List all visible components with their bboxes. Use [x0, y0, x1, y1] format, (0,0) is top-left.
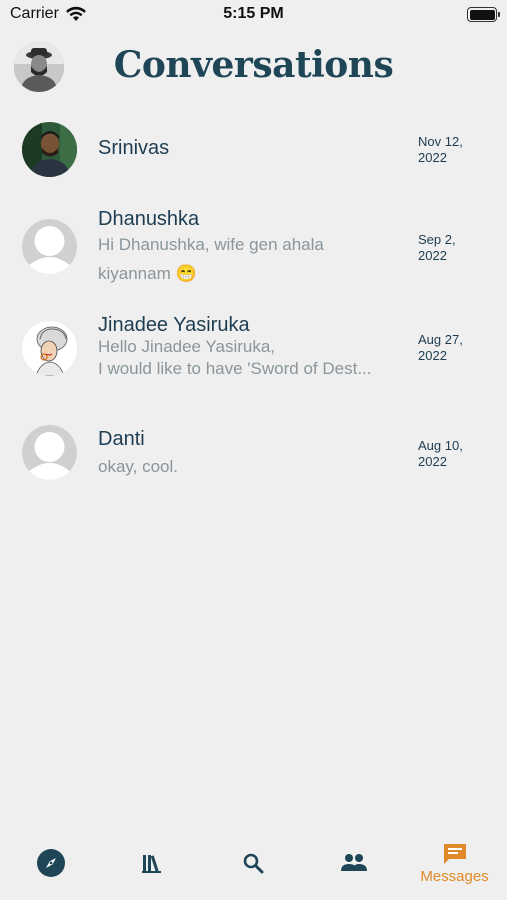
tab-bar: Messages [0, 835, 507, 895]
conversation-row[interactable]: Danti okay, cool. Aug 10, 2022 [0, 420, 507, 490]
conversation-date: Sep 2, 2022 [418, 232, 456, 263]
tab-messages[interactable]: Messages [404, 835, 505, 891]
page-title: Conversations [113, 44, 394, 86]
library-icon [141, 855, 161, 873]
tab-people[interactable] [303, 835, 404, 891]
contact-photo-icon [22, 122, 77, 177]
conversation-date: Aug 27, 2022 [418, 332, 463, 363]
tab-library[interactable] [101, 835, 202, 891]
conversation-row[interactable]: Srinivas Nov 12, 2022 [0, 118, 507, 184]
tab-discover[interactable] [0, 835, 101, 891]
contact-name: Dhanushka [98, 208, 200, 230]
conversation-row[interactable]: Dhanushka Hi Dhanushka, wife gen ahala k… [0, 206, 507, 286]
header: Conversations [0, 38, 507, 98]
contact-name: Srinivas [98, 137, 170, 159]
search-icon [243, 853, 263, 874]
battery-icon [467, 7, 500, 22]
tab-label: Messages [420, 867, 489, 885]
avatar [22, 122, 77, 177]
avatar [22, 219, 77, 274]
status-bar: Carrier 5:15 PM [0, 0, 507, 30]
people-icon [340, 854, 367, 871]
contact-name: Jinadee Yasiruka [98, 314, 250, 336]
contact-illustration-icon [22, 321, 77, 376]
conversation-row[interactable]: Jinadee Yasiruka Hello Jinadee Yasiruka,… [0, 312, 507, 392]
message-icon [443, 843, 466, 864]
compass-icon [36, 849, 65, 877]
default-avatar-icon [22, 425, 77, 480]
message-preview: Hello Jinadee Yasiruka, I would like to … [98, 337, 372, 378]
avatar [22, 321, 77, 376]
conversation-date: Aug 10, 2022 [418, 438, 463, 469]
avatar [22, 425, 77, 480]
default-avatar-icon [22, 219, 77, 274]
contact-name: Danti [98, 428, 145, 450]
message-preview: Hi Dhanushka, wife gen ahala kiyannam 😁 [98, 235, 324, 283]
conversation-date: Nov 12, 2022 [418, 134, 463, 165]
message-preview: okay, cool. [98, 457, 179, 476]
clock: 5:15 PM [223, 5, 284, 22]
tab-search[interactable] [202, 835, 303, 891]
